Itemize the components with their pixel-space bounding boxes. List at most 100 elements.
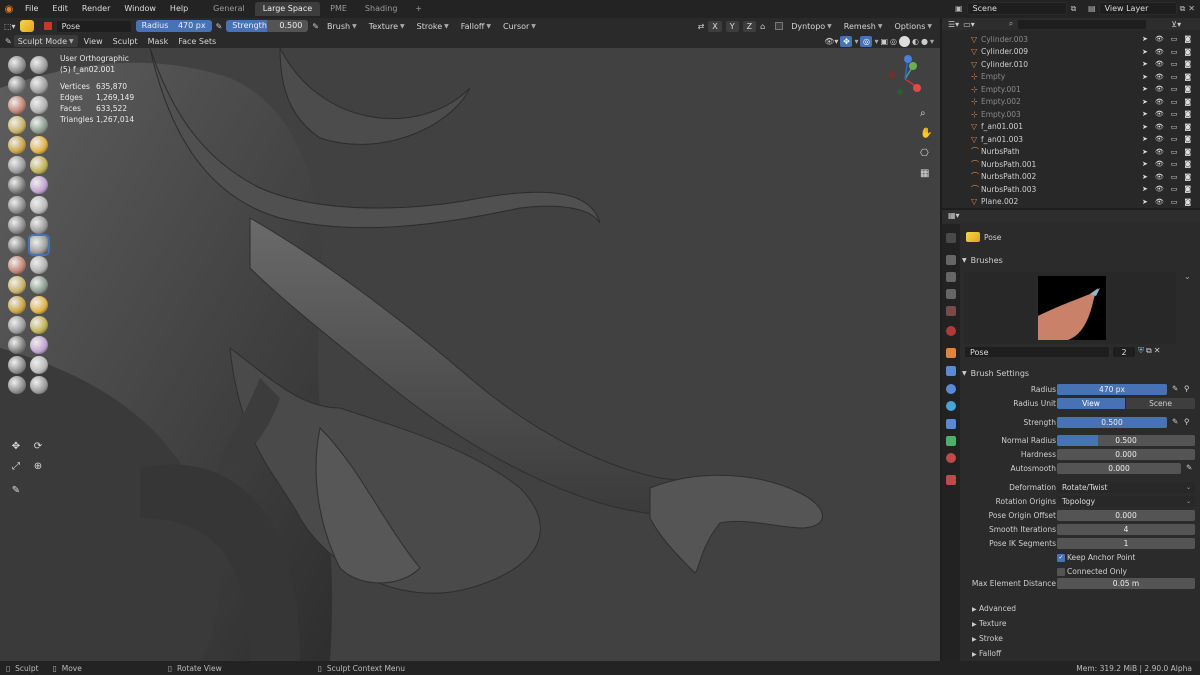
dyntopo-menu[interactable]: Dyntopo ▼ xyxy=(787,22,836,31)
properties-editor-icon[interactable]: ▦▾ xyxy=(948,211,960,220)
sculpt-model[interactable] xyxy=(0,48,940,661)
pinch-tool-icon[interactable] xyxy=(8,196,26,214)
flatten-tool-icon[interactable] xyxy=(8,156,26,174)
symmetry-icon[interactable]: ⇄ xyxy=(698,22,705,31)
select-arrow-icon[interactable]: ➤ xyxy=(1142,160,1148,168)
lock-icon[interactable]: ⌂ xyxy=(760,22,765,31)
box-hide-tool-icon[interactable] xyxy=(30,336,48,354)
outliner-item-name[interactable]: NurbsPath.003 xyxy=(981,185,1036,194)
monitor-icon[interactable]: ▭ xyxy=(1171,60,1178,68)
prop-hardness-field[interactable]: 0.000 xyxy=(1057,449,1195,460)
navigation-gizmo[interactable] xyxy=(880,54,930,104)
eye-icon[interactable]: 👁 xyxy=(1155,98,1164,106)
prop-pose-origin-offset-field[interactable]: 0.000 xyxy=(1057,510,1195,521)
overlay-toggle-icon[interactable]: ◎ xyxy=(860,35,873,47)
snake-hook-tool-icon[interactable] xyxy=(30,216,48,234)
select-arrow-icon[interactable]: ➤ xyxy=(1142,198,1148,206)
camera-render-icon[interactable]: ◙ xyxy=(1184,60,1191,68)
pose-brush-icon[interactable] xyxy=(19,20,34,32)
keep-anchor-checkbox[interactable]: ✓ xyxy=(1057,554,1065,562)
camera-render-icon[interactable]: ◙ xyxy=(1184,35,1191,43)
tool-tab-icon[interactable] xyxy=(946,233,956,243)
stroke-menu[interactable]: Stroke ▼ xyxy=(413,22,453,31)
radius-pressure-icon[interactable]: ✎ xyxy=(216,22,223,31)
annotate-icon[interactable]: ✎ xyxy=(7,482,25,500)
sculpt-menu[interactable]: Sculpt xyxy=(109,37,142,46)
physics-tab-icon[interactable] xyxy=(946,401,956,411)
crease-tool-icon[interactable] xyxy=(8,136,26,154)
shading-wireframe-icon[interactable]: ◎ xyxy=(890,37,897,46)
scrape-tool-icon[interactable] xyxy=(8,176,26,194)
view-layer-selector[interactable]: ▤ View Layer ⧉ ✕ xyxy=(1088,2,1198,15)
dyntopo-checkbox[interactable] xyxy=(775,22,784,30)
object-tab-icon[interactable] xyxy=(946,348,956,358)
brushes-panel-header[interactable]: ▼ Brushes xyxy=(962,254,1003,266)
camera-render-icon[interactable]: ◙ xyxy=(1184,98,1191,106)
monitor-icon[interactable]: ▭ xyxy=(1171,173,1178,181)
workspace-tab-general[interactable]: General xyxy=(205,2,253,16)
transform-gizmo-icon[interactable]: ⊕ xyxy=(29,458,47,476)
strength-unified-icon[interactable]: ⚲ xyxy=(1184,417,1190,426)
shading-rendered-icon[interactable]: ● xyxy=(921,37,928,46)
outliner-row[interactable]: ⌒ NurbsPath.003 ➤ 👁 ▭ ◙ xyxy=(942,183,1200,196)
prop-strength-field[interactable]: 0.500 xyxy=(1057,417,1167,428)
gizmo-toggle-icon[interactable]: ✥ xyxy=(840,35,853,47)
prop-pose-ik-segments-field[interactable]: 1 xyxy=(1057,538,1195,549)
connected-only-checkbox[interactable] xyxy=(1057,568,1065,576)
scale-gizmo-icon[interactable]: ⤢ xyxy=(7,458,25,476)
outliner-item-name[interactable]: NurbsPath.001 xyxy=(981,160,1036,169)
box-mask-tool-icon[interactable] xyxy=(8,336,26,354)
monitor-icon[interactable]: ▭ xyxy=(1171,123,1178,131)
eye-icon[interactable]: 👁 xyxy=(1155,35,1164,43)
eye-icon[interactable]: 👁 xyxy=(1155,48,1164,56)
camera-render-icon[interactable]: ◙ xyxy=(1184,160,1191,168)
subpanel-texture[interactable]: ▶ Texture xyxy=(972,619,1006,628)
multiplane-scrape-tool-icon[interactable] xyxy=(30,176,48,194)
monitor-icon[interactable]: ▭ xyxy=(1171,48,1178,56)
blender-logo-icon[interactable]: ◉ xyxy=(0,4,18,15)
outliner-item-name[interactable]: Empty.002 xyxy=(981,97,1021,106)
slide-relax-tool-icon[interactable] xyxy=(8,276,26,294)
monitor-icon[interactable]: ▭ xyxy=(1171,160,1178,168)
fake-user-shield-icon[interactable]: ⛨ xyxy=(1138,346,1144,358)
select-arrow-icon[interactable]: ➤ xyxy=(1142,35,1148,43)
visibility-icon[interactable]: 👁▾ xyxy=(824,37,838,46)
mirror-z-toggle[interactable]: Z xyxy=(742,20,757,32)
outliner-editor-icon[interactable]: ☰▾ xyxy=(948,20,959,29)
prop-autosmooth-field[interactable]: 0.000 xyxy=(1057,463,1181,474)
workspace-tab-pme[interactable]: PME xyxy=(322,2,355,16)
monitor-icon[interactable]: ▭ xyxy=(1171,198,1178,206)
radius-slider[interactable]: Radius 470 px xyxy=(135,20,212,32)
mirror-y-toggle[interactable]: Y xyxy=(725,20,739,32)
outliner-row[interactable]: ⊹ Empty ➤ 👁 ▭ ◙ xyxy=(942,71,1200,84)
brush-name-field[interactable]: Pose xyxy=(55,19,132,33)
outliner-item-name[interactable]: f_an01.001 xyxy=(981,122,1023,131)
camera-render-icon[interactable]: ◙ xyxy=(1184,185,1191,193)
camera-render-icon[interactable]: ◙ xyxy=(1184,110,1191,118)
camera-render-icon[interactable]: ◙ xyxy=(1184,73,1191,81)
simplify-tool-icon[interactable] xyxy=(30,296,48,314)
outliner-row[interactable]: ⌒ NurbsPath ➤ 👁 ▭ ◙ xyxy=(942,146,1200,159)
view-layer-tab-icon[interactable] xyxy=(946,289,956,299)
face-sets-menu[interactable]: Face Sets xyxy=(174,37,220,46)
outliner-item-name[interactable]: Empty.001 xyxy=(981,85,1021,94)
mode-selector[interactable]: Sculpt Mode ▼ xyxy=(13,35,78,47)
camera-render-icon[interactable]: ◙ xyxy=(1184,135,1191,143)
cursor-menu[interactable]: Cursor ▼ xyxy=(499,22,540,31)
mesh-filter-tool-icon[interactable] xyxy=(8,356,26,374)
outliner-row[interactable]: ▽ Cylinder.009 ➤ 👁 ▭ ◙ xyxy=(942,46,1200,59)
brush-settings-header[interactable]: ▼ Brush Settings xyxy=(962,367,1029,379)
prop-normal-radius-field[interactable]: 0.500 xyxy=(1057,435,1195,446)
outliner-item-name[interactable]: Empty xyxy=(981,72,1005,81)
menu-help[interactable]: Help xyxy=(163,0,195,18)
remesh-menu[interactable]: Remesh ▼ xyxy=(840,22,887,31)
gizmo-dropdown-icon[interactable]: ▾ xyxy=(854,37,858,46)
draw-sharp-tool-icon[interactable] xyxy=(30,56,48,74)
select-arrow-icon[interactable]: ➤ xyxy=(1142,73,1148,81)
eye-icon[interactable]: 👁 xyxy=(1155,148,1164,156)
monitor-icon[interactable]: ▭ xyxy=(1171,148,1178,156)
outliner-item-name[interactable]: Cylinder.003 xyxy=(981,35,1028,44)
inflate-tool-icon[interactable] xyxy=(8,116,26,134)
eye-icon[interactable]: 👁 xyxy=(1155,110,1164,118)
menu-edit[interactable]: Edit xyxy=(45,0,75,18)
